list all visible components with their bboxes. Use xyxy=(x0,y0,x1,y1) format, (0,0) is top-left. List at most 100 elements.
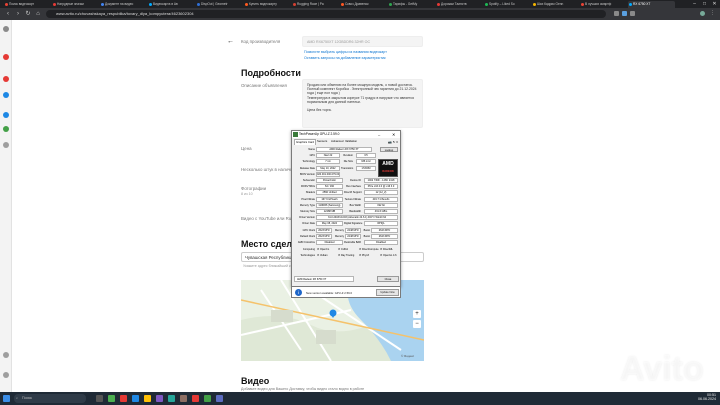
sidebar-icon[interactable] xyxy=(3,142,9,148)
taskbar-app-icon[interactable] xyxy=(180,395,187,402)
url-field[interactable]: www.avito.ru/chuvashskaya_respublika/tov… xyxy=(46,10,606,18)
gpuz-close-btn[interactable]: Close xyxy=(377,276,399,282)
clock[interactable]: 00:51 06.06.2024 xyxy=(686,393,716,401)
menu-icon[interactable]: ⋮ xyxy=(710,11,715,16)
taskbar-app-icon[interactable] xyxy=(108,395,115,402)
gpuz-field-value: 17200M xyxy=(356,165,376,171)
taskbar-app-icon[interactable] xyxy=(216,395,223,402)
gpuz-toolbar-icons[interactable]: 📷 ↻ ≡ xyxy=(380,140,398,144)
browser-tab[interactable]: Нагрудные значки xyxy=(52,1,99,8)
browser-tab[interactable]: Rugging Race | Pa xyxy=(292,1,339,8)
gpuz-field-value: 336 mm² xyxy=(356,159,376,165)
settings-icon[interactable] xyxy=(3,372,9,378)
gpuz-field-value: C5 xyxy=(356,153,376,159)
gpuz-field-label: DirectX Support xyxy=(344,191,362,195)
quantity-label: Несколько штук в наличии xyxy=(241,167,296,172)
tab-label: DispOut | Geometr xyxy=(201,2,228,6)
browser-tab[interactable]: Шах Кадрик Genn xyxy=(532,1,579,8)
update-now-button[interactable]: Update Now xyxy=(376,289,399,296)
lookup-button[interactable]: Lookup xyxy=(380,146,398,152)
browser-tab[interactable]: Тарифы - GetMy xyxy=(388,1,435,8)
browser-tab[interactable]: Дорожки Таинств xyxy=(436,1,483,8)
gpuz-field-value: PCIe x16 4.0 @ x16 3.0 xyxy=(364,184,398,190)
sidebar-icon[interactable] xyxy=(3,112,9,118)
gpuz-field-value: 64 / 160 xyxy=(316,184,343,190)
gpuz-app-icon xyxy=(293,132,298,137)
taskbar-app-icon[interactable] xyxy=(204,395,211,402)
sidebar-icon[interactable] xyxy=(3,126,9,132)
gpuz-field-label: Bus Interface xyxy=(346,185,361,189)
extension-icon[interactable] xyxy=(630,11,635,16)
taskbar-app-icon[interactable] xyxy=(120,395,127,402)
start-icon[interactable] xyxy=(3,395,10,402)
home-icon[interactable]: ⌂ xyxy=(34,9,42,19)
gpuz-close-button[interactable]: ✕ xyxy=(392,131,395,138)
browser-tab[interactable]: Поиск видеокарт xyxy=(4,1,51,8)
gpuz-field-value: Disabled xyxy=(316,240,343,245)
browser-tab[interactable]: DispOut | Geometr xyxy=(196,1,243,8)
taskbar-app-icon[interactable] xyxy=(192,395,199,402)
forward-icon[interactable]: › xyxy=(14,9,22,19)
gpu-select[interactable]: AMD Radeon RX 6750 XT xyxy=(294,276,354,282)
gpuz-feature-group-label: Technologies xyxy=(300,253,315,257)
browser-tab[interactable]: Видеокарта в Ав xyxy=(148,1,195,8)
extension-icon[interactable] xyxy=(622,11,627,16)
browser-tab[interactable]: В лучших смартф xyxy=(580,1,627,8)
tab-favicon-icon xyxy=(101,3,104,6)
gpuz-field-label: Device ID xyxy=(350,179,361,182)
gpuz-field-label: Revision xyxy=(343,154,353,158)
sidebar-icon[interactable] xyxy=(3,352,9,358)
gpuz-field-label: Bus Width xyxy=(349,203,361,207)
zoom-in-button[interactable]: + xyxy=(413,310,421,318)
photos-label: Фотографии xyxy=(241,186,267,191)
description-text: Продаю или обменяю на более мощную модел… xyxy=(307,83,417,113)
sidebar-icon[interactable] xyxy=(3,92,9,98)
description-label: Описание объявления xyxy=(241,83,287,88)
minimize-button[interactable]: – xyxy=(690,0,699,8)
gpuz-tab[interactable]: Sensors xyxy=(316,139,328,144)
tab-favicon-icon xyxy=(485,3,488,6)
gpuz-tab[interactable]: Advanced xyxy=(330,139,344,144)
sidebar-icon[interactable] xyxy=(3,26,9,32)
taskbar-app-icon[interactable] xyxy=(156,395,163,402)
gpuz-feature-checkbox: ☑ Vulkan xyxy=(317,254,328,257)
sidebar-icon[interactable] xyxy=(3,76,9,82)
manufacturer-code-value: AMD RX6750XT 12GBDDR6 32HR OC xyxy=(307,40,371,44)
close-window-button[interactable]: ✕ xyxy=(710,0,719,8)
reload-icon[interactable]: ↻ xyxy=(24,9,32,19)
back-arrow-icon[interactable]: ← xyxy=(227,38,234,45)
extension-icon[interactable] xyxy=(614,11,619,16)
browser-tab[interactable]: Сквоз Дравенок xyxy=(340,1,387,8)
zoom-out-button[interactable]: − xyxy=(413,320,421,328)
gpuz-field-value: 12288 MB xyxy=(316,209,343,214)
manufacturer-code-field[interactable]: AMD RX6750XT 12GBDDR6 32HR OC xyxy=(302,36,423,47)
gpuz-field-value: 31.0.24033.1003 (Adrenalin 24.6.1) DCH /… xyxy=(316,215,398,221)
taskbar-app-icon[interactable] xyxy=(96,395,103,402)
hint-link[interactable]: Помогите выбрать цифры из названия видео… xyxy=(304,50,387,54)
feature-label: PhysX xyxy=(361,253,370,257)
tab-label: Сквоз Дравенок xyxy=(345,2,369,6)
gpuz-field-value: PowerColor xyxy=(316,178,343,183)
back-icon[interactable]: ‹ xyxy=(4,9,12,19)
taskbar-app-icon[interactable] xyxy=(132,395,139,402)
gpuz-field-label: Memory Type xyxy=(299,203,315,207)
gpuz-tab[interactable]: Graphics Card xyxy=(294,139,317,145)
tab-label: Поиск видеокарт xyxy=(9,2,34,6)
tab-favicon-icon xyxy=(341,3,344,6)
gpuz-tab[interactable]: Validation xyxy=(344,139,358,144)
profile-avatar[interactable] xyxy=(700,11,705,16)
sidebar-icon[interactable] xyxy=(3,54,9,60)
description-textarea[interactable]: Продаю или обменяю на более мощную модел… xyxy=(302,79,423,128)
tab-label: Spotify – Liked So xyxy=(489,2,515,6)
browser-tab[interactable]: Купить видеокарту xyxy=(244,1,291,8)
maximize-button[interactable]: □ xyxy=(700,0,709,8)
browser-tab[interactable]: Spotify – Liked So xyxy=(484,1,531,8)
browser-tab[interactable]: Документ на видео xyxy=(100,1,147,8)
gpuz-minimize-button[interactable]: – xyxy=(378,131,380,138)
gpuz-field-label: Default Clock xyxy=(300,234,315,238)
taskbar-app-icon[interactable] xyxy=(144,395,151,402)
characteristics-link[interactable]: Оставить запросы на добавление характери… xyxy=(304,56,386,60)
taskbar-search[interactable]: ⌕ Поиск xyxy=(14,394,86,403)
browser-tab[interactable]: RX 6750 XT xyxy=(628,1,675,8)
taskbar-app-icon[interactable] xyxy=(168,395,175,402)
